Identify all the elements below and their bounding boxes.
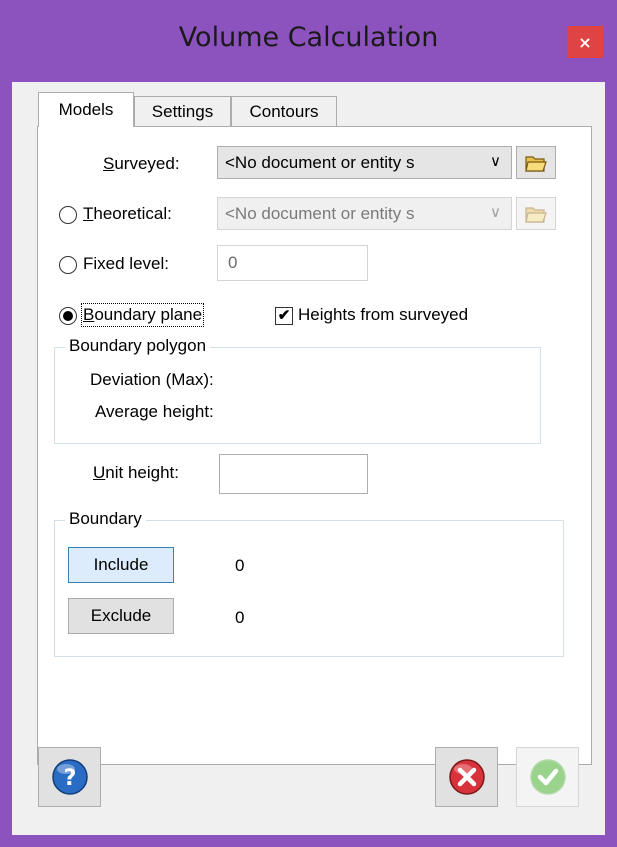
exclude-button[interactable]: Exclude — [68, 598, 174, 634]
svg-text:?: ? — [63, 766, 76, 791]
surveyed-value: <No document or entity s — [225, 152, 415, 172]
exclude-button-label: Exclude — [90, 606, 152, 625]
tab-settings[interactable]: Settings — [134, 96, 231, 126]
title-bar[interactable]: Volume Calculation × — [0, 0, 617, 82]
models-tab-panel: Surveyed: <No document or entity s ∨ The… — [37, 126, 592, 765]
ok-icon — [529, 759, 566, 795]
tab-contours[interactable]: Contours — [231, 96, 337, 126]
chevron-down-icon: ∨ — [490, 153, 501, 170]
include-button[interactable]: Include — [68, 547, 174, 583]
chevron-down-icon: ∨ — [490, 204, 501, 221]
include-count: 0 — [235, 556, 245, 575]
tab-settings-label: Settings — [151, 101, 214, 121]
boundary-title: Boundary — [65, 509, 146, 529]
ok-button[interactable] — [516, 747, 579, 807]
boundary-polygon-title: Boundary polygon — [65, 336, 211, 356]
tab-models[interactable]: Models — [38, 92, 134, 127]
close-icon: × — [578, 32, 592, 52]
theoretical-combobox[interactable]: <No document or entity s ∨ — [217, 197, 512, 230]
theoretical-radio[interactable] — [59, 206, 77, 224]
surveyed-browse-button[interactable] — [516, 146, 556, 179]
fixed-level-label: Fixed level: — [83, 254, 169, 273]
dialog-client-area: Models Settings Contours Surveyed: <No d… — [12, 82, 605, 835]
theoretical-value: <No document or entity s — [225, 203, 415, 223]
help-button[interactable]: ? — [38, 747, 101, 807]
boundary-group — [54, 520, 564, 657]
surveyed-label: Surveyed: — [103, 154, 180, 173]
unit-height-input[interactable] — [219, 454, 368, 494]
theoretical-browse-button[interactable] — [516, 197, 556, 230]
heights-from-surveyed-checkbox[interactable]: ✔ — [275, 307, 293, 325]
tab-models-label: Models — [58, 100, 114, 119]
unit-height-label: Unit height: — [93, 463, 180, 482]
window-title: Volume Calculation — [178, 22, 439, 53]
folder-icon — [525, 155, 547, 172]
boundary-plane-label: Boundary plane — [80, 303, 205, 327]
help-icon: ? — [51, 759, 88, 795]
fixed-level-input[interactable]: 0 — [217, 245, 368, 281]
tab-contours-label: Contours — [249, 101, 319, 121]
cancel-icon — [448, 759, 485, 795]
deviation-max-label: Deviation (Max): — [90, 370, 214, 389]
include-button-label: Include — [93, 555, 149, 574]
exclude-count: 0 — [235, 608, 245, 627]
dialog-window: Volume Calculation × Models Settings Con… — [0, 0, 617, 847]
close-button[interactable]: × — [567, 26, 603, 58]
surveyed-combobox[interactable]: <No document or entity s ∨ — [217, 146, 512, 179]
fixed-level-radio[interactable] — [59, 256, 77, 274]
boundary-plane-radio[interactable] — [59, 307, 77, 325]
average-height-label: Average height: — [95, 402, 214, 421]
folder-icon — [525, 206, 547, 223]
boundary-polygon-group — [54, 347, 541, 444]
heights-from-surveyed-label: Heights from surveyed — [298, 305, 469, 324]
theoretical-label: Theoretical: — [83, 204, 172, 223]
cancel-button[interactable] — [435, 747, 498, 807]
